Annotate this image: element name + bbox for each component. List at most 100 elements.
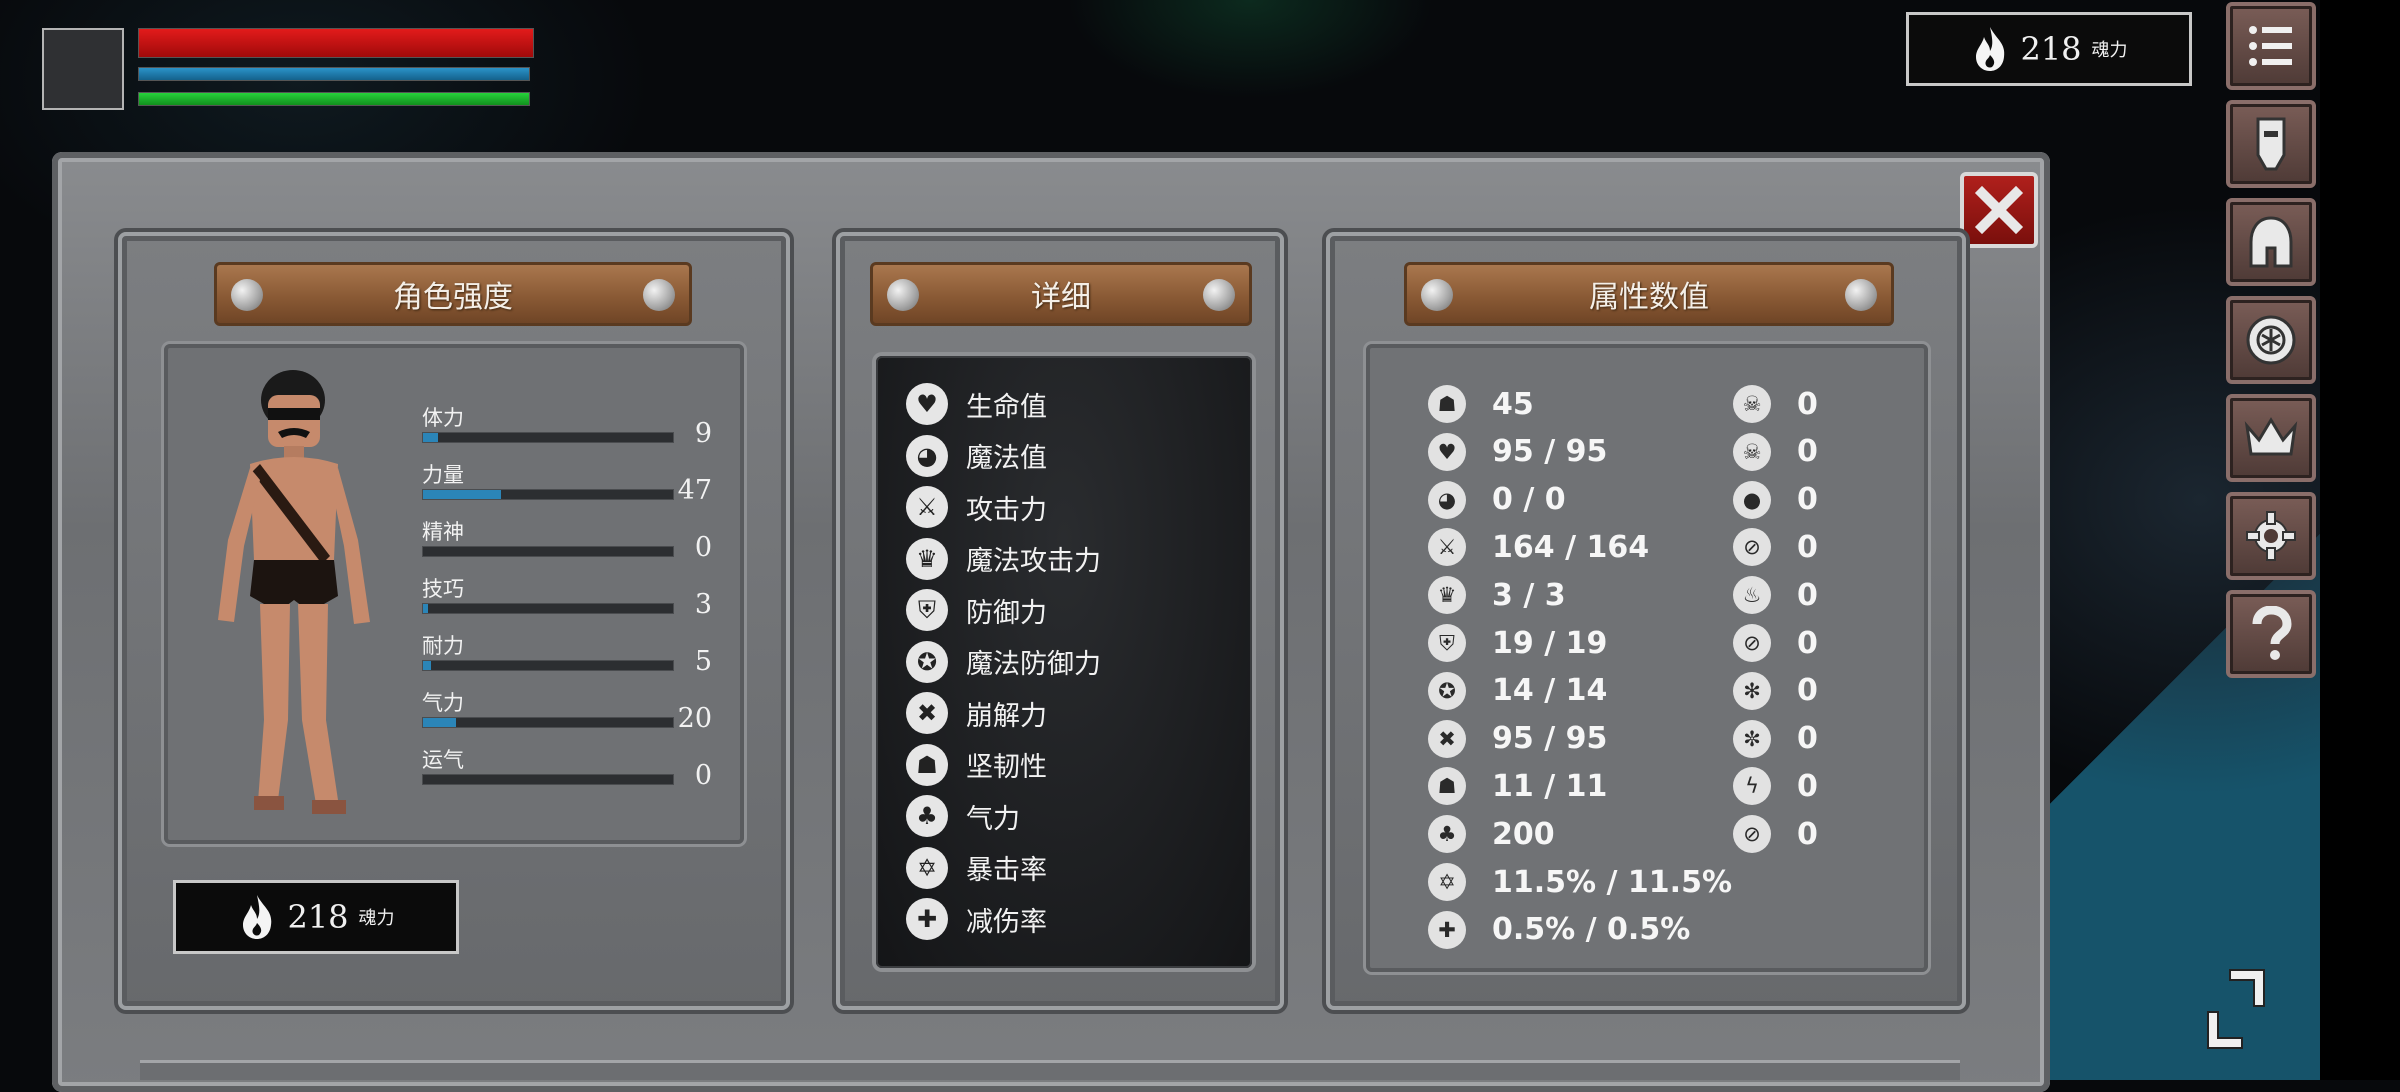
mana-bar-fill xyxy=(139,68,529,80)
helmet-icon: ☗ xyxy=(1428,385,1466,423)
help-question-icon xyxy=(2252,606,2292,660)
frost-icon: ✻ xyxy=(1733,671,1771,710)
stat-bar xyxy=(422,717,674,728)
stat-row: 力量 47 xyxy=(422,459,722,509)
attribute-value: 3 / 3 xyxy=(1492,577,1566,613)
help-button[interactable] xyxy=(2226,590,2316,678)
resistance-row: ✼ 0 xyxy=(1733,717,1818,761)
detail-row: ◕ 魔法值 xyxy=(906,432,1047,480)
stat-row: 技巧 3 xyxy=(422,573,722,623)
ranking-button[interactable] xyxy=(2226,394,2316,482)
stat-value: 0 xyxy=(694,760,712,791)
soul-power-value: 218 xyxy=(287,898,349,936)
detail-row: ⛨ 防御力 xyxy=(906,586,1047,634)
attribute-value: 200 xyxy=(1492,816,1555,852)
stat-bar xyxy=(422,660,674,671)
lungs-icon: ♣ xyxy=(906,795,948,837)
heart-icon: ♥ xyxy=(1428,432,1466,471)
attribute-value: 0 / 0 xyxy=(1492,482,1566,518)
character-model xyxy=(218,370,370,814)
crown-icon xyxy=(2244,417,2298,456)
stat-bar-fill xyxy=(423,433,438,442)
lightning-icon: ϟ xyxy=(1733,767,1771,806)
attribute-row: ♣ 200 xyxy=(1428,812,1555,856)
character-button[interactable] xyxy=(2226,100,2316,188)
lungs-icon: ♣ xyxy=(1428,815,1466,854)
stat-row: 运气 0 xyxy=(422,744,722,794)
close-icon xyxy=(1974,185,2024,235)
break-hammer-icon: ✖ xyxy=(1428,719,1466,758)
resistance-row: ϟ0 xyxy=(1733,764,1818,808)
resistance-value: 0 xyxy=(1797,768,1818,804)
detail-row: ♣ 气力 xyxy=(906,792,1020,840)
stat-label: 运气 xyxy=(422,748,464,772)
character-icon xyxy=(2256,117,2286,171)
attribute-value: 14 / 14 xyxy=(1492,673,1608,709)
attribute-row: ✚ 0.5% / 0.5% xyxy=(1428,908,1690,952)
detail-row: ♥ 生命值 xyxy=(906,380,1047,428)
attributes-header: 属性数值 xyxy=(1404,262,1894,326)
magic-shield-icon: ✪ xyxy=(1428,671,1466,710)
attribute-row: ♛ 3 / 3 xyxy=(1428,573,1566,617)
break-hammer-icon: ✖ xyxy=(906,692,948,734)
mana-bar xyxy=(138,67,530,81)
detail-label: 减伤率 xyxy=(966,906,1047,938)
skull-crossed-icon: ☠ xyxy=(1733,432,1771,471)
resize-icon[interactable] xyxy=(2204,966,2268,1052)
detail-label: 防御力 xyxy=(966,597,1047,629)
equipment-button[interactable] xyxy=(2226,198,2316,286)
resistance-row: ⊘ 0 xyxy=(1733,525,1818,569)
magic-shield-icon: ✪ xyxy=(906,640,948,683)
stat-value: 20 xyxy=(677,703,712,734)
stamina-bar-fill xyxy=(139,93,529,105)
window-bottom-edge xyxy=(140,1060,1960,1080)
panel-title: 详细 xyxy=(1031,280,1091,315)
resistance-value: 0 xyxy=(1797,386,1818,422)
character-soul-power: 218 魂力 xyxy=(173,880,459,954)
crit-star-icon: ✡ xyxy=(906,846,948,889)
menu-button[interactable] xyxy=(2226,2,2316,90)
close-button[interactable] xyxy=(1960,172,2038,248)
settings-button[interactable] xyxy=(2226,492,2316,580)
resistance-value: 0 xyxy=(1797,482,1818,518)
resistance-value: 0 xyxy=(1797,434,1818,470)
knight-helm-icon: ☗ xyxy=(906,743,948,786)
detail-label: 魔法值 xyxy=(966,443,1047,474)
stat-value: 9 xyxy=(694,418,712,449)
panel-title: 属性数值 xyxy=(1589,280,1709,315)
stat-bar xyxy=(422,546,674,557)
nail-icon xyxy=(1845,279,1877,311)
helmet-icon xyxy=(2249,216,2293,268)
flame-icon xyxy=(1976,27,2005,71)
player-portrait[interactable] xyxy=(42,28,124,110)
flame-icon xyxy=(243,895,272,939)
resistance-row: ⊘ 0 xyxy=(1733,621,1818,665)
attribute-value: 11 / 11 xyxy=(1492,768,1608,804)
attribute-row: ♥ 95 / 95 xyxy=(1428,430,1607,474)
stat-bar-fill xyxy=(423,490,501,499)
magic-attack-icon: ♛ xyxy=(906,537,948,580)
attribute-row: ◕ 0 / 0 xyxy=(1428,478,1566,522)
detail-label: 攻击力 xyxy=(966,494,1047,526)
detail-row: ✚ 减伤率 xyxy=(906,895,1047,943)
detail-row: ✡ 暴击率 xyxy=(906,844,1047,892)
stat-label: 精神 xyxy=(422,520,464,544)
details-header: 详细 xyxy=(870,262,1252,326)
emblem-button[interactable] xyxy=(2226,296,2316,384)
resistance-row: ✻ 0 xyxy=(1733,669,1818,713)
character-strength-header: 角色强度 xyxy=(214,262,692,326)
detail-label: 坚韧性 xyxy=(966,752,1047,783)
soul-power-value: 218 xyxy=(2020,30,2082,68)
resistance-value: 0 xyxy=(1797,529,1818,565)
soul-power-unit: 魂力 xyxy=(2091,40,2128,61)
nail-icon xyxy=(643,279,675,311)
frost-crossed-icon: ✼ xyxy=(1733,719,1771,758)
drop-icon: ● xyxy=(1733,480,1771,519)
detail-row: ☗ 坚韧性 xyxy=(906,741,1047,789)
magic-attack-icon: ♛ xyxy=(1428,576,1466,615)
attribute-value: 95 / 95 xyxy=(1492,721,1608,757)
stat-row: 耐力 5 xyxy=(422,630,722,680)
menu-list-icon xyxy=(2249,26,2292,66)
crit-star-icon: ✡ xyxy=(1428,863,1466,901)
nail-icon xyxy=(1203,279,1235,311)
